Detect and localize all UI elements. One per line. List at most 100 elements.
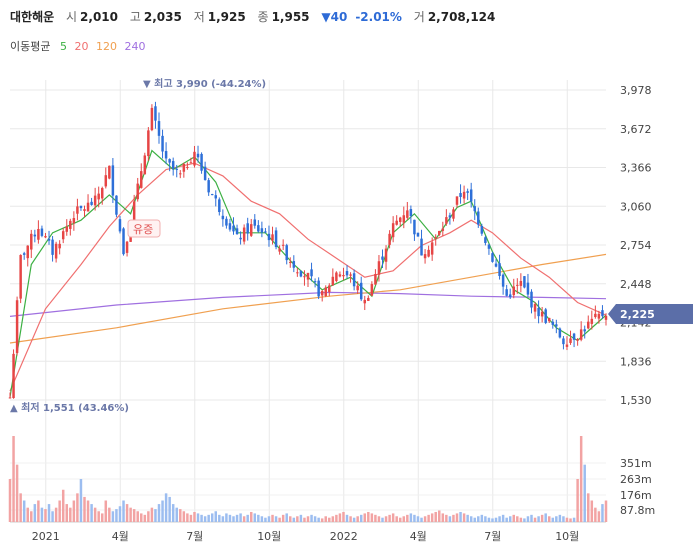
candle-body xyxy=(72,218,76,224)
volume-bar xyxy=(285,513,288,522)
volume-bar xyxy=(377,516,381,522)
candle-body xyxy=(579,329,583,340)
volume-bar xyxy=(168,496,171,522)
volume-bar xyxy=(519,517,523,522)
candle-body xyxy=(8,397,12,399)
volume-bar xyxy=(349,516,352,522)
ma120-line xyxy=(9,253,607,344)
candle-body xyxy=(391,223,395,238)
time-tick-label: 2021 xyxy=(32,530,60,543)
candle-body xyxy=(193,151,196,166)
candle-body xyxy=(320,291,324,296)
candle-body xyxy=(377,261,381,275)
current-price-value: 2,225 xyxy=(620,308,655,321)
volume-bar xyxy=(278,517,281,522)
volume-bar xyxy=(398,517,402,522)
candle-body xyxy=(487,244,491,249)
volume-bar xyxy=(530,514,533,522)
candle-body xyxy=(324,287,327,296)
candle-body xyxy=(214,195,218,199)
volume-bar xyxy=(83,496,86,522)
stock-chart[interactable]: 3,9783,6723,3663,0602,7542,4482,1421,836… xyxy=(0,0,700,551)
volume-bar xyxy=(459,511,462,522)
volume-bar xyxy=(533,517,537,522)
volume-bar xyxy=(388,514,391,522)
volume-bar xyxy=(140,513,143,522)
candle-body xyxy=(477,211,480,225)
candle-body xyxy=(462,191,466,199)
candle-body xyxy=(576,339,579,341)
candle-body xyxy=(551,321,555,325)
time-tick-label: 2022 xyxy=(330,530,358,543)
volume-bar xyxy=(100,513,104,522)
volume-bar xyxy=(161,500,164,522)
volume-bar xyxy=(569,518,572,522)
volume-bar xyxy=(427,514,430,522)
volume-bar xyxy=(58,500,61,522)
candle-body xyxy=(367,297,370,301)
volume-bar xyxy=(338,513,342,522)
volume-bar xyxy=(359,514,363,522)
volume-bar xyxy=(40,507,44,522)
volume-bar xyxy=(108,507,111,522)
volume-bar xyxy=(143,514,147,522)
volume-bar xyxy=(473,517,476,522)
candle-body xyxy=(150,107,154,131)
candle-body xyxy=(395,220,398,225)
volume-bar xyxy=(54,507,58,522)
volume-bar xyxy=(104,500,108,522)
candle-body xyxy=(76,206,79,214)
time-tick-label: 7월 xyxy=(186,530,203,543)
candle-body xyxy=(104,175,108,187)
candle-body xyxy=(186,166,189,168)
candle-body xyxy=(242,227,246,242)
candle-body xyxy=(526,282,530,295)
candle-body xyxy=(161,135,164,152)
candle-body xyxy=(147,130,150,157)
volume-bar xyxy=(370,513,374,522)
volume-bar xyxy=(90,504,93,522)
candle-body xyxy=(235,228,239,235)
volume-bar xyxy=(154,509,157,522)
volume-bar xyxy=(235,514,239,522)
candle-body xyxy=(352,273,356,287)
candle-body xyxy=(115,195,118,215)
candle-body xyxy=(246,223,249,234)
price-tick-label: 1,530 xyxy=(620,394,652,407)
time-tick-label: 10월 xyxy=(555,530,579,543)
candle-body xyxy=(122,228,125,255)
candle-body xyxy=(90,201,93,205)
volume-bar xyxy=(228,514,232,522)
candle-body xyxy=(533,304,537,312)
candle-body xyxy=(253,219,257,226)
volume-bar xyxy=(452,514,455,522)
candle-body xyxy=(264,231,267,233)
candle-body xyxy=(97,193,100,200)
volume-bar xyxy=(253,513,257,522)
volume-bar xyxy=(498,516,501,522)
volume-bar xyxy=(292,517,296,522)
candle-body xyxy=(143,155,147,175)
candle-body xyxy=(79,205,83,209)
volume-bar xyxy=(416,516,420,522)
volume-bar xyxy=(296,516,299,522)
volume-bar xyxy=(182,511,186,522)
price-tick-label: 3,060 xyxy=(620,200,652,213)
volume-bar xyxy=(164,493,168,522)
volume-bar xyxy=(430,513,434,522)
candle-body xyxy=(317,280,320,297)
candle-body xyxy=(278,248,281,252)
candle-body xyxy=(406,210,409,218)
candle-body xyxy=(303,276,306,278)
volume-bar xyxy=(480,514,484,522)
volume-bar xyxy=(601,504,604,522)
volume-bar xyxy=(147,511,150,522)
candle-body xyxy=(423,254,427,259)
candle-body xyxy=(498,263,501,276)
candle-body xyxy=(523,276,526,288)
candle-body xyxy=(530,291,533,308)
volume-bar xyxy=(186,513,189,522)
candle-body xyxy=(285,245,288,261)
volume-bar xyxy=(547,516,551,522)
candle-body xyxy=(445,217,448,224)
